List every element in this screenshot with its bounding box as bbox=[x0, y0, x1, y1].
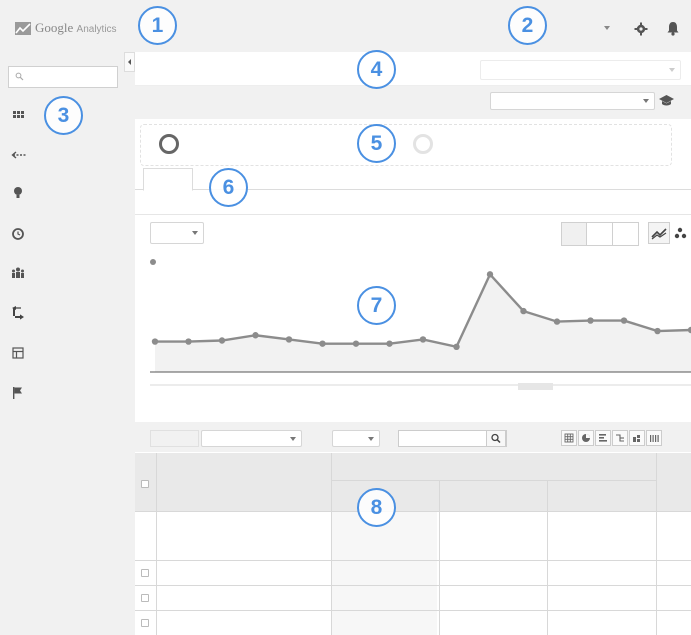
search-icon bbox=[15, 72, 24, 81]
line-chart-icon bbox=[651, 228, 667, 240]
chevron-down-icon bbox=[290, 436, 296, 441]
callout-badge: 5 bbox=[357, 124, 396, 163]
legend-dot bbox=[150, 259, 156, 265]
granularity-day-button[interactable] bbox=[586, 222, 613, 246]
data-point[interactable] bbox=[620, 317, 628, 324]
row-checkbox[interactable] bbox=[141, 619, 149, 627]
callout-badge: 1 bbox=[138, 6, 177, 45]
motion-chart-button[interactable] bbox=[670, 222, 691, 244]
analytics-logo-icon bbox=[15, 21, 31, 35]
row-divider bbox=[331, 480, 656, 481]
chevron-down-icon[interactable] bbox=[604, 26, 610, 30]
chevron-down-icon bbox=[192, 231, 198, 235]
pie-view-icon[interactable] bbox=[578, 430, 594, 446]
audience-icon[interactable] bbox=[10, 266, 26, 280]
tab-explorer[interactable] bbox=[143, 168, 193, 191]
data-point[interactable] bbox=[419, 336, 427, 343]
segment-ring-active[interactable] bbox=[159, 134, 179, 154]
flag-icon[interactable] bbox=[10, 386, 26, 400]
data-point[interactable] bbox=[386, 340, 393, 347]
top-bar: Google Analytics bbox=[0, 0, 691, 52]
metric-select[interactable] bbox=[150, 222, 204, 244]
clock-icon[interactable] bbox=[10, 227, 26, 241]
dimension-select[interactable] bbox=[201, 430, 302, 447]
metric-column-highlight bbox=[332, 511, 437, 635]
data-point[interactable] bbox=[352, 340, 360, 347]
grid-view-icon[interactable] bbox=[561, 430, 577, 446]
bar-view-icon[interactable] bbox=[595, 430, 611, 446]
data-point[interactable] bbox=[285, 336, 293, 343]
data-point[interactable] bbox=[218, 337, 226, 344]
app-title: Google Analytics bbox=[35, 20, 117, 35]
chevron-down-icon bbox=[669, 68, 675, 72]
row-divider bbox=[135, 560, 691, 561]
pivot-view-icon[interactable] bbox=[629, 430, 645, 446]
analytics-screen: Google Analytics 1 2 3 4 5 6 7 8 bbox=[0, 0, 691, 635]
column-divider bbox=[547, 480, 548, 635]
data-point[interactable] bbox=[587, 317, 594, 324]
table-search-button[interactable] bbox=[486, 430, 506, 447]
callout-badge: 2 bbox=[508, 6, 547, 45]
granularity-hourly-button[interactable] bbox=[561, 222, 587, 246]
column-divider bbox=[156, 453, 157, 635]
property-select[interactable] bbox=[490, 92, 655, 110]
data-point[interactable] bbox=[151, 338, 159, 345]
granularity-week-button[interactable] bbox=[612, 222, 639, 246]
callout-badge: 3 bbox=[44, 96, 83, 135]
callout-badge: 6 bbox=[209, 168, 248, 207]
term-cloud-view-icon[interactable] bbox=[646, 430, 662, 446]
sort-type-select[interactable] bbox=[332, 430, 380, 447]
row-checkbox[interactable] bbox=[141, 594, 149, 602]
search-input[interactable] bbox=[8, 66, 118, 88]
sidebar bbox=[0, 52, 124, 635]
behavior-table-icon[interactable] bbox=[10, 346, 26, 360]
row-divider bbox=[135, 585, 691, 586]
segment-summary bbox=[140, 124, 672, 166]
callout-badge: 8 bbox=[357, 488, 396, 527]
chevron-down-icon bbox=[643, 99, 649, 103]
data-table bbox=[135, 453, 691, 635]
table-search-input[interactable] bbox=[398, 430, 507, 447]
app-logo[interactable]: Google Analytics bbox=[15, 20, 117, 36]
row-divider bbox=[135, 511, 691, 512]
main-panel bbox=[135, 52, 691, 635]
data-point[interactable] bbox=[654, 327, 661, 335]
callout-badge: 4 bbox=[357, 50, 396, 89]
table-view-buttons bbox=[561, 430, 663, 446]
data-point[interactable] bbox=[319, 340, 326, 347]
divider bbox=[135, 214, 691, 215]
data-point[interactable] bbox=[486, 271, 494, 278]
callout-badge: 7 bbox=[357, 286, 396, 325]
bell-icon[interactable] bbox=[666, 21, 680, 36]
chevron-down-icon bbox=[368, 436, 374, 441]
graduation-cap-icon[interactable] bbox=[659, 95, 674, 107]
arrow-left-icon[interactable] bbox=[10, 148, 26, 162]
data-point[interactable] bbox=[252, 332, 259, 339]
table-header bbox=[135, 453, 691, 511]
chart-resize-handle[interactable] bbox=[518, 383, 553, 390]
row-checkbox[interactable] bbox=[141, 569, 149, 577]
bulb-icon[interactable] bbox=[10, 186, 26, 200]
secondary-dimension-button[interactable] bbox=[150, 430, 199, 447]
date-range-select[interactable] bbox=[480, 60, 681, 80]
search-icon bbox=[491, 433, 501, 444]
gear-icon[interactable] bbox=[634, 22, 648, 36]
segment-ring-inactive[interactable] bbox=[413, 134, 433, 154]
row-divider bbox=[135, 610, 691, 611]
series-area bbox=[155, 274, 691, 372]
data-point[interactable] bbox=[185, 338, 192, 345]
column-divider bbox=[439, 480, 440, 635]
select-all-checkbox[interactable] bbox=[141, 480, 149, 488]
data-point[interactable] bbox=[553, 318, 561, 325]
line-chart-button[interactable] bbox=[648, 222, 670, 244]
data-point[interactable] bbox=[453, 343, 460, 350]
compare-view-icon[interactable] bbox=[612, 430, 628, 446]
line-chart bbox=[150, 259, 691, 390]
data-point[interactable] bbox=[520, 307, 527, 315]
sidebar-collapse-button[interactable] bbox=[124, 52, 135, 72]
column-divider bbox=[656, 453, 657, 635]
motion-chart-icon bbox=[674, 227, 687, 239]
acquisition-arrows-icon[interactable] bbox=[10, 306, 26, 320]
dashboard-grid-icon[interactable] bbox=[10, 109, 26, 123]
